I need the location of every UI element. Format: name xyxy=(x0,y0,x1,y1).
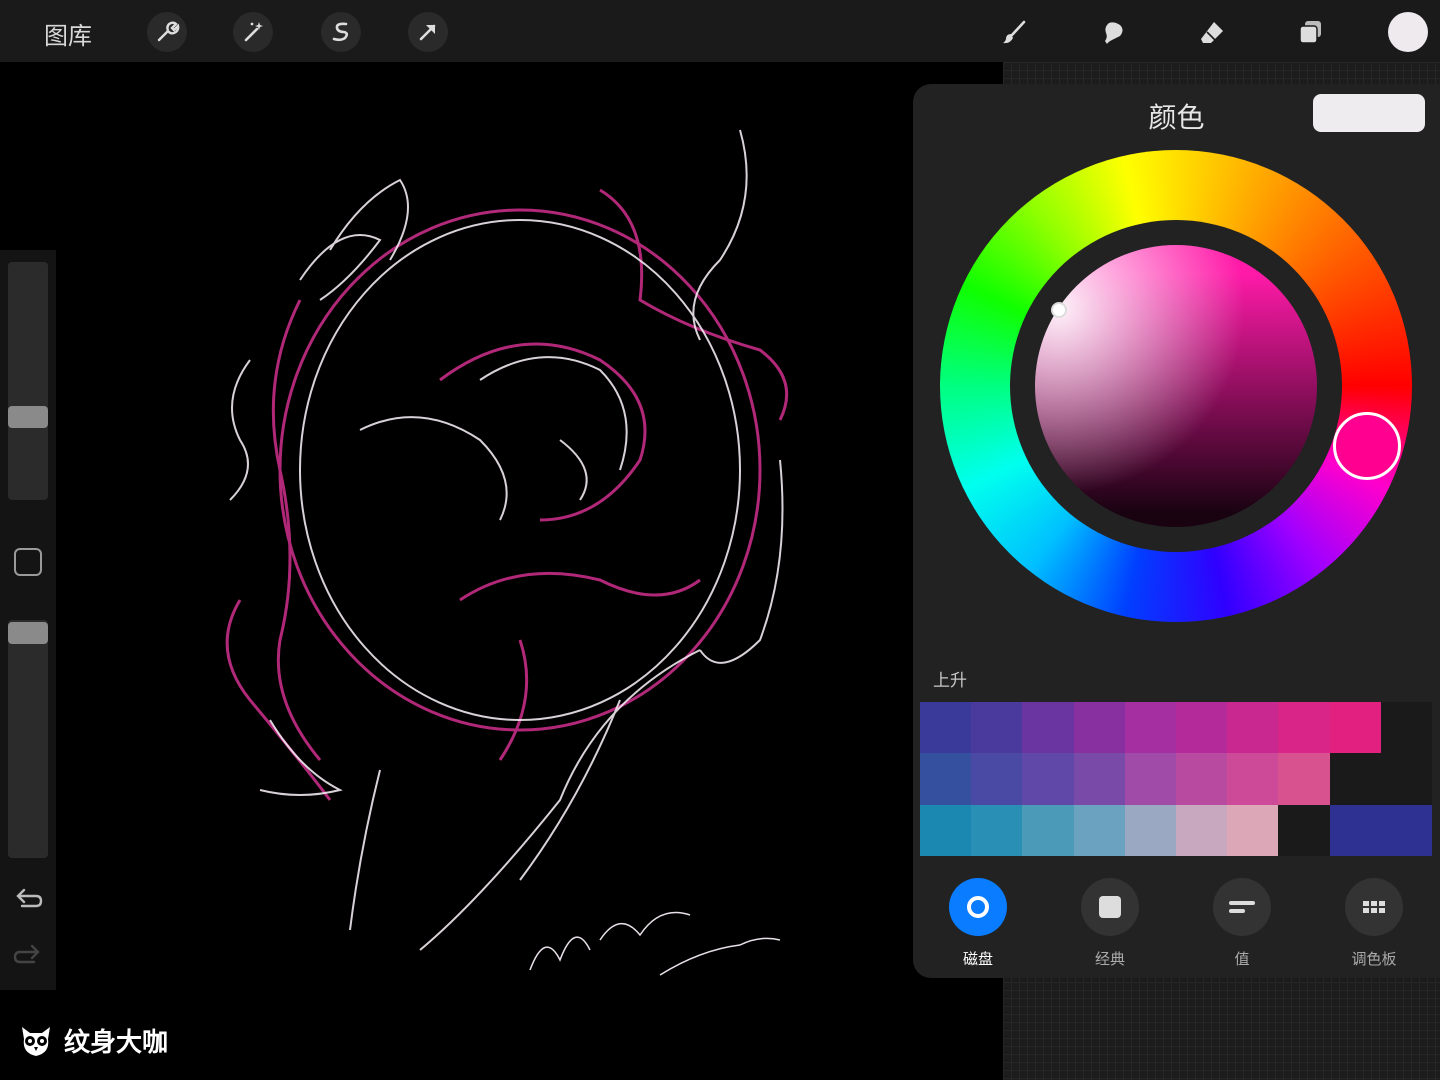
palette-swatch[interactable] xyxy=(1175,804,1228,856)
tab-classic[interactable]: 经典 xyxy=(1062,874,1158,969)
transform-button[interactable] xyxy=(408,12,448,52)
palette-swatch[interactable] xyxy=(1380,702,1432,754)
palette-swatch[interactable] xyxy=(1278,702,1330,754)
palette-swatch[interactable] xyxy=(1227,702,1279,754)
color-mode-tabs: 磁盘 经典 值 调色板 xyxy=(913,874,1440,974)
palette-swatch[interactable] xyxy=(1022,753,1074,805)
selection-button[interactable] xyxy=(321,12,361,52)
palette-swatch[interactable] xyxy=(920,804,972,856)
disc-icon xyxy=(967,896,989,918)
palette-swatch[interactable] xyxy=(1278,804,1330,856)
palette-swatch[interactable] xyxy=(1329,753,1381,805)
color-palette-grid xyxy=(920,702,1432,856)
opacity-slider[interactable] xyxy=(8,620,48,858)
palette-swatch[interactable] xyxy=(1073,702,1125,754)
dragon-sketch xyxy=(225,129,789,976)
modifier-button[interactable] xyxy=(14,548,42,576)
selection-icon xyxy=(332,22,349,42)
brush-button[interactable] xyxy=(994,12,1034,52)
opacity-handle[interactable] xyxy=(8,622,48,644)
palette-swatch[interactable] xyxy=(1073,804,1125,856)
actions-button[interactable] xyxy=(147,12,187,52)
transform-arrow-icon xyxy=(419,24,436,41)
gallery-button[interactable]: 图库 xyxy=(44,16,92,51)
hue-knob[interactable] xyxy=(1333,412,1401,480)
undo-icon[interactable] xyxy=(12,884,44,916)
palette-swatch[interactable] xyxy=(1022,804,1074,856)
eraser-button[interactable] xyxy=(1192,12,1232,52)
smudge-icon xyxy=(1105,22,1123,44)
palette-swatch[interactable] xyxy=(1227,753,1279,805)
palette-swatch[interactable] xyxy=(920,702,972,754)
wrench-icon xyxy=(157,21,180,42)
saturation-brightness-disc[interactable] xyxy=(1035,245,1317,527)
palette-swatch[interactable] xyxy=(1124,804,1176,856)
saturation-knob[interactable] xyxy=(1051,302,1067,318)
layers-icon xyxy=(1299,21,1321,44)
brush-size-slider[interactable] xyxy=(8,262,48,500)
tab-label: 值 xyxy=(1234,950,1250,968)
top-toolbar: 图库 xyxy=(0,0,1440,62)
palette-swatch[interactable] xyxy=(971,702,1023,754)
palette-swatch[interactable] xyxy=(1380,804,1432,856)
square-icon xyxy=(1099,896,1121,918)
tab-label: 磁盘 xyxy=(962,950,993,968)
smudge-button[interactable] xyxy=(1093,12,1133,52)
current-color-swatch[interactable] xyxy=(1313,94,1425,132)
sliders-icon xyxy=(1229,901,1255,913)
palette-swatch[interactable] xyxy=(971,753,1023,805)
brush-size-handle[interactable] xyxy=(8,406,48,428)
watermark: 纹身大咖 xyxy=(18,1022,168,1059)
eraser-icon xyxy=(1201,22,1223,43)
palette-swatch[interactable] xyxy=(1329,804,1381,856)
palette-swatch[interactable] xyxy=(1175,702,1228,754)
palette-swatch[interactable] xyxy=(1227,804,1279,856)
history-label: 上升 xyxy=(933,671,967,691)
tab-value[interactable]: 值 xyxy=(1194,874,1290,969)
palette-swatch[interactable] xyxy=(1124,702,1176,754)
left-sidebar xyxy=(0,250,56,990)
adjustments-button[interactable] xyxy=(233,12,273,52)
palette-swatch[interactable] xyxy=(1278,753,1330,805)
palette-swatch[interactable] xyxy=(1022,702,1074,754)
magic-wand-icon xyxy=(244,22,263,42)
current-color-button[interactable] xyxy=(1388,12,1428,52)
grid-icon xyxy=(1363,901,1385,913)
tab-palettes[interactable]: 调色板 xyxy=(1326,874,1422,969)
palette-swatch[interactable] xyxy=(1329,702,1381,754)
drawing-canvas[interactable] xyxy=(0,62,1003,1080)
brush-icon xyxy=(1003,20,1026,44)
palette-swatch[interactable] xyxy=(971,804,1023,856)
redo-icon[interactable] xyxy=(12,940,44,972)
palette-swatch[interactable] xyxy=(1124,753,1176,805)
palette-swatch[interactable] xyxy=(920,753,972,805)
palette-swatch[interactable] xyxy=(1073,753,1125,805)
tab-label: 调色板 xyxy=(1351,950,1397,968)
palette-swatch[interactable] xyxy=(1175,753,1228,805)
layers-button[interactable] xyxy=(1290,12,1330,52)
watermark-text: 纹身大咖 xyxy=(64,1028,169,1058)
palette-swatch[interactable] xyxy=(1380,753,1432,805)
tab-label: 经典 xyxy=(1094,950,1125,968)
owl-logo-icon xyxy=(22,1026,50,1056)
tab-disc[interactable]: 磁盘 xyxy=(930,874,1026,969)
color-panel: 颜色 上升 磁盘 经典 值 调色板 xyxy=(913,84,1440,978)
